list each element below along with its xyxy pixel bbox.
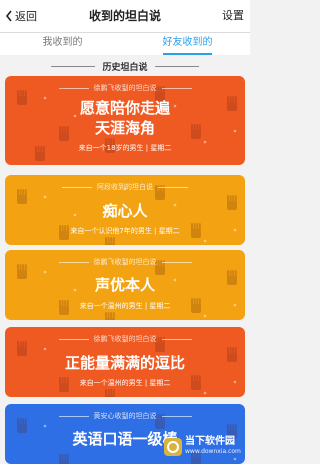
watermark: 当下软件园 www.downxia.com xyxy=(164,437,248,457)
hand-icon xyxy=(105,312,115,320)
divider xyxy=(51,65,96,67)
active-tab-indicator xyxy=(163,53,212,55)
card-header: 阿段收到的坦白说 xyxy=(5,181,245,193)
card-message-line: 愿意陪你走遍 xyxy=(79,99,170,117)
divider xyxy=(154,65,199,67)
sparkle-icon xyxy=(203,314,207,318)
watermark-subtitle: www.downxia.com xyxy=(185,448,241,455)
hand-icon xyxy=(105,389,115,397)
card-message: 正能量满满的逗比 xyxy=(64,354,185,372)
card-header: 黄安心收到的坦白说 xyxy=(5,410,245,422)
card-recipient: 徐鹏飞收到的坦白说 xyxy=(93,258,157,266)
card-sender-info: 来自一个18岁的男生 | 星期二 xyxy=(78,144,172,152)
sparkle-icon xyxy=(203,239,207,243)
tab-bar: 我收到的 好友收到的 xyxy=(0,33,250,55)
sparkle-icon xyxy=(43,270,47,274)
settings-button[interactable]: 设置 xyxy=(222,0,244,32)
confession-card[interactable]: 徐鹏飞收到的坦白说 愿意陪你走遍 天涯海角 来自一个18岁的男生 | 星期二 xyxy=(5,76,245,165)
sparkle-icon xyxy=(43,195,47,199)
card-message-line: 天涯海角 xyxy=(94,119,155,137)
card-recipient: 阿段收到的坦白说 xyxy=(97,183,153,191)
sparkle-icon xyxy=(203,391,207,395)
card-header: 徐鹏飞收到的坦白说 xyxy=(5,82,245,94)
top-nav-bar: 返回 收到的坦白说 设置 xyxy=(0,0,250,33)
section-header: 历史坦白说 xyxy=(0,58,250,74)
tab-friends-received-label: 好友收到的 xyxy=(162,37,213,48)
card-message: 愿意陪你走遍 天涯海角 xyxy=(5,98,245,138)
section-title: 历史坦白说 xyxy=(102,62,148,73)
card-header: 徐鹏飞收到的坦白说 xyxy=(5,256,245,268)
tab-friends-received[interactable]: 好友收到的 xyxy=(125,33,250,55)
card-recipient: 黄安心收到的坦白说 xyxy=(93,412,157,420)
tab-my-received-label: 我收到的 xyxy=(42,37,83,48)
card-sender-info: 来自一个认识他7年的男生 | 星期二 xyxy=(70,227,180,235)
page-title: 收到的坦白说 xyxy=(88,9,161,23)
confession-card[interactable]: 徐鹏飞收到的坦白说 正能量满满的逗比 来自一个温州的男生 | 星期二 xyxy=(5,327,245,397)
confession-card[interactable]: 徐鹏飞收到的坦白说 声优本人 来自一个温州的男生 | 星期二 xyxy=(5,250,245,320)
watermark-title: 当下软件园 xyxy=(185,436,235,447)
card-sender-info: 来自一个温州的男生 | 星期二 xyxy=(79,302,171,310)
hand-icon xyxy=(59,454,69,464)
card-recipient: 徐鹏飞收到的坦白说 xyxy=(93,335,157,343)
hand-icon xyxy=(105,237,115,245)
confession-card[interactable]: 阿段收到的坦白说 痴心人 来自一个认识他7年的男生 | 星期二 xyxy=(5,175,245,245)
card-recipient: 徐鹏飞收到的坦白说 xyxy=(93,84,157,92)
sparkle-icon xyxy=(43,424,47,428)
tab-my-received[interactable]: 我收到的 xyxy=(0,33,125,55)
sparkle-icon xyxy=(43,347,47,351)
watermark-logo-icon xyxy=(164,438,182,456)
card-message: 痴心人 xyxy=(102,202,148,220)
card-header: 徐鹏飞收到的坦白说 xyxy=(5,333,245,345)
card-sender-info: 来自一个温州的男生 | 星期二 xyxy=(79,379,171,387)
card-message: 声优本人 xyxy=(94,276,155,294)
